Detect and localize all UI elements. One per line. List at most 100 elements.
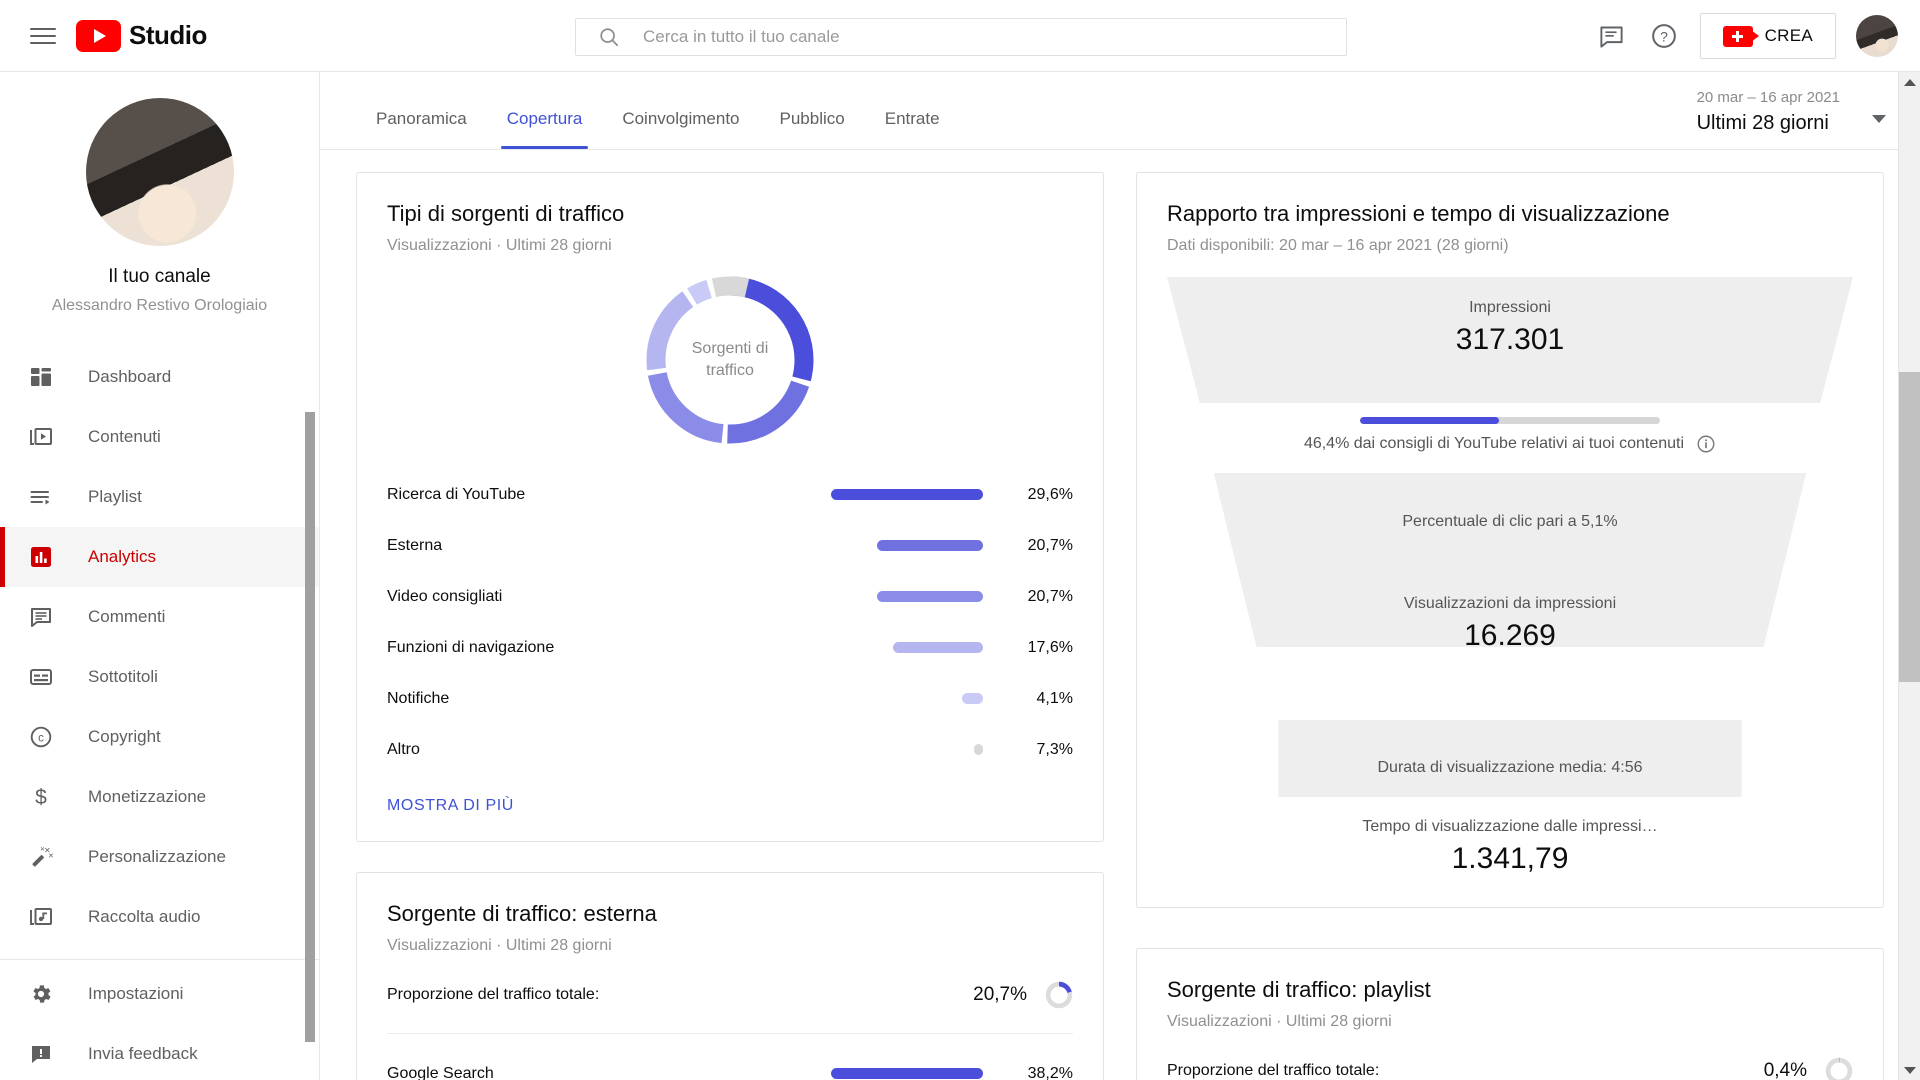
show-more-button[interactable]: MOSTRA DI PIÙ [387,797,1073,815]
content-scrollbar-thumb[interactable] [1899,372,1920,682]
create-button[interactable]: CREA [1699,13,1836,59]
funnel-annotation: 46,4% dai consigli di YouTube relativi a… [1167,417,1853,487]
external-source-list: Google Search 38,2% [387,1048,1073,1080]
right-column: Rapporto tra impressioni e tempo di visu… [1136,172,1884,1080]
card-title: Sorgente di traffico: playlist [1167,977,1431,1002]
donut-center-line1: Sorgenti di [691,340,769,358]
list-item[interactable]: Ricerca di YouTube 29,6% [387,469,1073,520]
card-title: Tipi di sorgenti di traffico [387,201,625,226]
channel-avatar[interactable] [85,98,234,246]
list-item[interactable]: Video consigliati 20,7% [387,571,1073,622]
sidebar-item-analytics[interactable]: Analytics [0,527,319,587]
donut-center-line2: traffico [706,362,754,379]
card-subtitle: Dati disponibili: 20 mar – 16 apr 2021 (… [1167,237,1509,254]
list-item[interactable]: Esterna 20,7% [387,520,1073,571]
sidebar-item-impostazioni[interactable]: Impostazioni [0,964,319,1024]
tab-pubblico[interactable]: Pubblico [760,109,865,149]
tab-panoramica[interactable]: Panoramica [356,109,487,149]
sidebar-item-raccolta-audio[interactable]: Raccolta audio [0,887,319,947]
sidebar-item-label: Commenti [88,607,166,626]
youtube-studio-logo[interactable]: Studio [76,19,207,52]
traffic-source-bar [877,540,983,551]
sidebar-item-label: Playlist [88,487,142,506]
content-scrollbar[interactable] [1898,72,1920,1080]
analytics-tabs: Panoramica Copertura Coinvolgimento Pubb… [320,72,1920,150]
top-bar-actions: ? CREA [1586,0,1898,72]
sidebar-item-label: Invia feedback [88,1044,198,1063]
sidebar-nav: Dashboard Contenuti Playlist Analytics C… [0,347,319,1080]
scroll-up-arrow-icon[interactable] [1899,72,1920,92]
proportion-label: Proporzione del traffico totale: [1167,1062,1380,1079]
impressions-funnel-card: Rapporto tra impressioni e tempo di visu… [1136,172,1884,908]
proportion-value: 20,7% [973,984,1027,1005]
sidebar-item-commenti[interactable]: Commenti [0,587,319,647]
sidebar-item-label: Copyright [88,727,161,746]
brand-label: Studio [129,20,207,50]
sidebar-item-dashboard[interactable]: Dashboard [0,347,319,407]
card-title: Sorgente di traffico: esterna [387,901,657,926]
sidebar-scrollbar-thumb[interactable] [305,412,315,1042]
sidebar-item-label: Raccolta audio [88,907,201,926]
tab-coinvolgimento[interactable]: Coinvolgimento [602,109,759,149]
search-bar[interactable]: Cerca in tutto il tuo canale [575,18,1347,56]
sidebar-item-sottotitoli[interactable]: Sottotitoli [0,647,319,707]
funnel-step-label: Impressioni [1469,299,1551,316]
info-icon[interactable] [1696,434,1716,454]
card-subtitle: Visualizzazioni · Ultimi 28 giorni [387,237,612,254]
funnel-connector-ctr: Percentuale di clic pari a 5,1% [1167,487,1853,557]
sidebar-item-monetizzazione[interactable]: $ Monetizzazione [0,767,319,827]
recommendation-progress-bar [1360,417,1660,424]
sidebar-scrollbar[interactable] [305,72,317,1080]
svg-text:✕: ✕ [48,853,53,860]
chevron-down-icon[interactable] [1872,115,1886,123]
traffic-source-value: 20,7% [1027,536,1073,554]
external-traffic-card: Sorgente di traffico: esterna Visualizza… [356,872,1104,1080]
tab-copertura[interactable]: Copertura [487,109,603,149]
external-source-label: Google Search [387,1064,494,1080]
funnel-connector-label: Durata di visualizzazione media: 4:56 [1377,758,1643,776]
dashboard-icon [26,362,56,392]
playlist-icon [26,482,56,512]
sidebar-item-copyright[interactable]: c Copyright [0,707,319,767]
traffic-source-label: Esterna [387,536,443,554]
tab-entrate[interactable]: Entrate [865,109,960,149]
sidebar-item-label: Contenuti [88,427,161,446]
youtube-play-icon [76,19,121,52]
scroll-down-arrow-icon[interactable] [1899,1060,1920,1080]
funnel-step-watchtime: Tempo di visualizzazione dalle impressi…… [1167,804,1853,881]
hamburger-icon[interactable] [28,24,58,48]
search-input[interactable]: Cerca in tutto il tuo canale [643,27,840,47]
list-item[interactable]: Google Search 38,2% [387,1048,1073,1080]
svg-text:✕: ✕ [40,847,45,853]
channel-name: Alessandro Restivo Orologiaio [51,297,268,314]
avatar[interactable] [1856,15,1898,57]
comment-icon[interactable] [1586,10,1638,62]
proportion-label: Proporzione del traffico totale: [387,986,600,1003]
proportion-ring-chart [1045,981,1073,1009]
funnel-step-value: 16.269 [1464,619,1556,652]
comment-icon [26,602,56,632]
proportion-value: 0,4% [1763,1060,1807,1080]
sidebar-item-invia-feedback[interactable]: Invia feedback [0,1024,319,1080]
traffic-source-list: Ricerca di YouTube 29,6% Esterna 20,7% V… [387,469,1073,775]
funnel-connector-label: Percentuale di clic pari a 5,1% [1402,513,1618,530]
analytics-icon [26,542,56,572]
funnel-step-value: 317.301 [1455,323,1565,356]
sidebar-item-contenuti[interactable]: Contenuti [0,407,319,467]
traffic-source-label: Ricerca di YouTube [387,485,526,503]
traffic-source-label: Notifiche [387,689,450,707]
list-item[interactable]: Notifiche 4,1% [387,673,1073,724]
sidebar-item-label: Dashboard [88,367,172,386]
traffic-donut-chart: Sorgenti di traffico [387,271,1073,449]
list-item[interactable]: Funzioni di navigazione 17,6% [387,622,1073,673]
list-item[interactable]: Altro 7,3% [387,724,1073,775]
date-range-selector[interactable]: 20 mar – 16 apr 2021 Ultimi 28 giorni [1697,89,1886,135]
sidebar-item-personalizzazione[interactable]: ✕ ✕ ✕ Personalizzazione [0,827,319,887]
traffic-source-value: 4,1% [1036,689,1073,707]
sidebar-item-playlist[interactable]: Playlist [0,467,319,527]
help-circle-icon[interactable]: ? [1638,10,1690,62]
sidebar-item-label: Analytics [88,547,157,566]
sidebar-item-label: Sottotitoli [88,667,158,686]
top-app-bar: Studio Cerca in tutto il tuo canale ? CR… [0,0,1920,72]
traffic-source-label: Altro [387,740,420,758]
